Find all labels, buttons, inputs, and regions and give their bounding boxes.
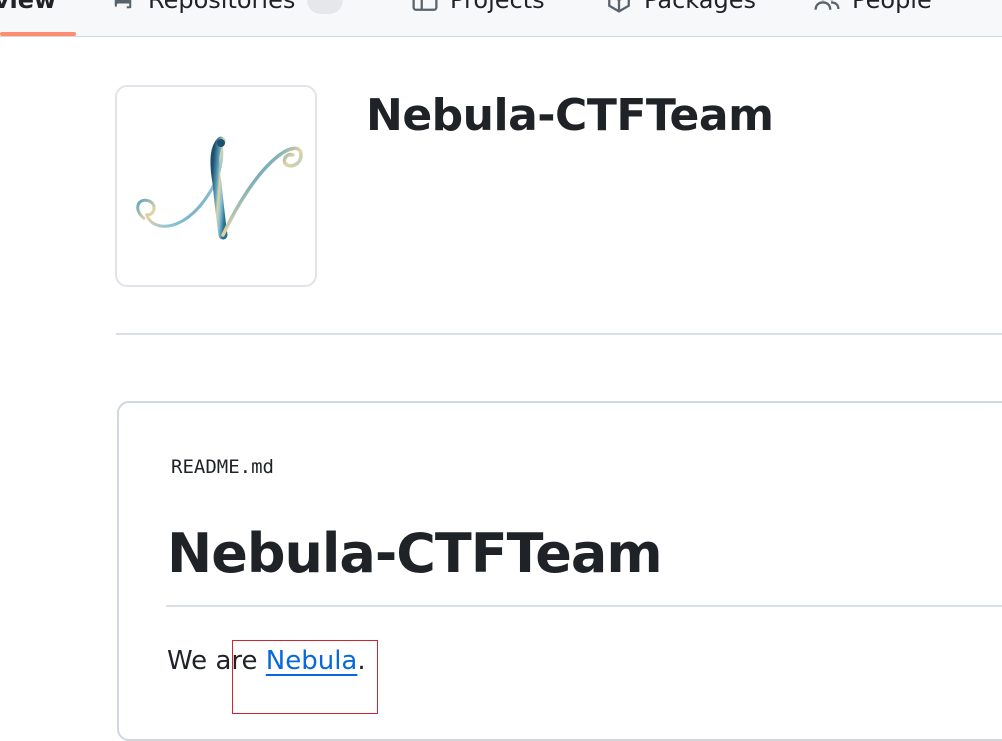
- org-name-title: Nebula-CTFTeam: [366, 90, 774, 141]
- repo-icon: [110, 0, 136, 13]
- tab-people[interactable]: People: [814, 0, 932, 16]
- table-icon: [412, 0, 438, 13]
- tab-people-label: People: [852, 0, 932, 14]
- active-tab-underline: [0, 32, 76, 36]
- org-avatar[interactable]: [115, 85, 317, 287]
- readme-paragraph: We are Nebula.: [167, 646, 366, 676]
- tab-repositories[interactable]: Repositories: [110, 0, 344, 16]
- org-nav-bar: rview Repositories Projects Packages Peo…: [0, 0, 1002, 37]
- people-icon: [814, 0, 840, 13]
- tab-projects-label: Projects: [450, 0, 545, 14]
- header-divider: [116, 333, 1002, 335]
- repositories-counter: [307, 0, 344, 14]
- nebula-link[interactable]: Nebula: [266, 646, 358, 676]
- readme-text-after: .: [357, 646, 366, 676]
- nebula-logo: [136, 136, 303, 240]
- tab-overview-label: rview: [0, 0, 57, 14]
- readme-text-before: We are: [167, 646, 266, 676]
- tab-projects[interactable]: Projects: [412, 0, 545, 16]
- readme-filename[interactable]: README.md: [171, 456, 274, 478]
- readme-heading: Nebula-CTFTeam: [167, 522, 663, 585]
- tab-packages-label: Packages: [644, 0, 756, 14]
- tab-packages[interactable]: Packages: [606, 0, 756, 16]
- package-icon: [606, 0, 632, 13]
- readme-heading-rule: [166, 605, 1002, 607]
- tab-repositories-label: Repositories: [148, 0, 296, 14]
- tab-overview[interactable]: rview: [0, 0, 56, 16]
